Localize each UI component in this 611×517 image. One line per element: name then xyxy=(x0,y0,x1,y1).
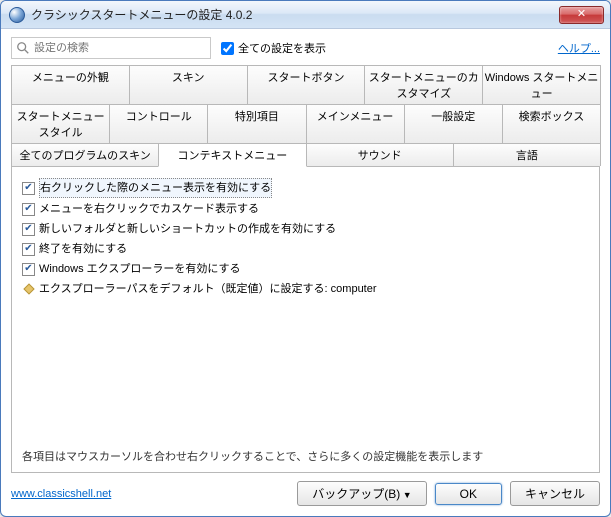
search-input[interactable] xyxy=(34,42,206,54)
tree-label: 新しいフォルダと新しいショートカットの作成を有効にする xyxy=(39,220,336,238)
help-link[interactable]: ヘルプ... xyxy=(558,40,600,56)
tree-label: 右クリックした際のメニュー表示を有効にする xyxy=(39,178,272,198)
website-link[interactable]: www.classicshell.net xyxy=(11,488,111,500)
backup-button[interactable]: バックアップ(B) xyxy=(297,481,426,506)
close-button[interactable]: ✕ xyxy=(559,6,604,24)
checkbox-icon[interactable]: ✔ xyxy=(22,243,35,256)
checkbox-icon[interactable]: ✔ xyxy=(22,182,35,195)
show-all-checkbox[interactable]: 全ての設定を表示 xyxy=(221,40,326,56)
tab-context-menu[interactable]: コンテキストメニュー xyxy=(158,143,306,167)
tab-customize[interactable]: スタートメニューのカスタマイズ xyxy=(364,65,483,104)
tree-label: エクスプローラーパスをデフォルト（既定値）に設定する: computer xyxy=(39,280,377,298)
tab-sounds[interactable]: サウンド xyxy=(306,143,454,166)
tab-search-box[interactable]: 検索ボックス xyxy=(502,104,601,143)
footer: www.classicshell.net バックアップ(B) OK キャンセル xyxy=(11,481,600,506)
window-title: クラシックスタートメニューの設定 4.0.2 xyxy=(31,6,559,23)
tab-row-3: 全てのプログラムのスキン コンテキストメニュー サウンド 言語 xyxy=(11,143,600,167)
tab-main-menu[interactable]: メインメニュー xyxy=(306,104,405,143)
tab-content: ✔ 右クリックした際のメニュー表示を有効にする ✔ メニューを右クリックでカスケ… xyxy=(11,167,600,473)
diamond-icon xyxy=(22,283,35,296)
checkbox-icon[interactable]: ✔ xyxy=(22,203,35,216)
tree-item-exit[interactable]: ✔ 終了を有効にする xyxy=(22,239,589,259)
cancel-button[interactable]: キャンセル xyxy=(510,481,600,506)
tree-label: 終了を有効にする xyxy=(39,240,127,258)
tab-windows-start[interactable]: Windows スタートメニュー xyxy=(482,65,601,104)
title-bar: クラシックスタートメニューの設定 4.0.2 ✕ xyxy=(1,1,610,29)
tree-label: Windows エクスプローラーを有効にする xyxy=(39,260,240,278)
search-icon xyxy=(16,41,30,55)
show-all-label: 全ての設定を表示 xyxy=(238,40,326,56)
tab-row-1: メニューの外観 スキン スタートボタン スタートメニューのカスタマイズ Wind… xyxy=(11,65,600,105)
show-all-checkbox-input[interactable] xyxy=(221,42,234,55)
ok-button[interactable]: OK xyxy=(435,483,502,505)
settings-window: クラシックスタートメニューの設定 4.0.2 ✕ 全ての設定を表示 ヘルプ...… xyxy=(0,0,611,517)
tab-menu-look[interactable]: メニューの外観 xyxy=(11,65,130,104)
checkbox-icon[interactable]: ✔ xyxy=(22,263,35,276)
client-area: 全ての設定を表示 ヘルプ... メニューの外観 スキン スタートボタン スタート… xyxy=(1,29,610,516)
hint-text: 各項目はマウスカーソルを合わせ右クリックすることで、さらに多くの設定機能を表示し… xyxy=(22,448,589,464)
app-icon xyxy=(9,7,25,23)
search-row: 全ての設定を表示 ヘルプ... xyxy=(11,37,600,59)
tree-item-rightclick-menu[interactable]: ✔ 右クリックした際のメニュー表示を有効にする xyxy=(22,177,589,199)
tab-language[interactable]: 言語 xyxy=(453,143,601,166)
tree-item-cascade[interactable]: ✔ メニューを右クリックでカスケード表示する xyxy=(22,199,589,219)
tab-skin[interactable]: スキン xyxy=(129,65,248,104)
tab-general[interactable]: 一般設定 xyxy=(404,104,503,143)
tab-menu-style[interactable]: スタートメニュースタイル xyxy=(11,104,110,143)
tree-item-explorer[interactable]: ✔ Windows エクスプローラーを有効にする xyxy=(22,259,589,279)
checkbox-icon[interactable]: ✔ xyxy=(22,223,35,236)
tab-row-2: スタートメニュースタイル コントロール 特別項目 メインメニュー 一般設定 検索… xyxy=(11,104,600,144)
tree-label: メニューを右クリックでカスケード表示する xyxy=(39,200,259,218)
tree-item-newfolder[interactable]: ✔ 新しいフォルダと新しいショートカットの作成を有効にする xyxy=(22,219,589,239)
tab-special[interactable]: 特別項目 xyxy=(207,104,306,143)
settings-tree: ✔ 右クリックした際のメニュー表示を有効にする ✔ メニューを右クリックでカスケ… xyxy=(22,177,589,299)
tree-item-explorer-path[interactable]: エクスプローラーパスをデフォルト（既定値）に設定する: computer xyxy=(22,279,589,299)
tab-controls[interactable]: コントロール xyxy=(109,104,208,143)
search-box[interactable] xyxy=(11,37,211,59)
tab-start-button[interactable]: スタートボタン xyxy=(247,65,366,104)
tab-all-program-skins[interactable]: 全てのプログラムのスキン xyxy=(11,143,159,166)
